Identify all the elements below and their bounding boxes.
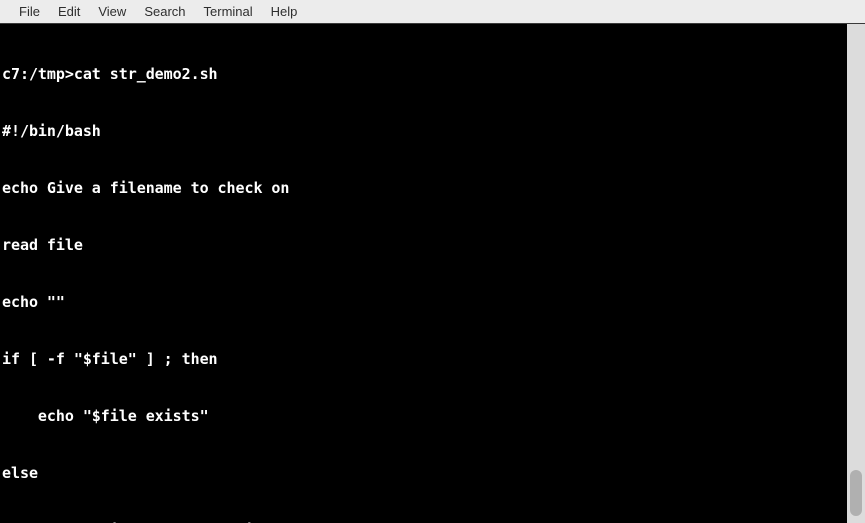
terminal-line: read file (2, 236, 83, 254)
menu-bar: File Edit View Search Terminal Help (0, 0, 865, 24)
menu-item-search[interactable]: Search (135, 0, 194, 23)
scrollbar-thumb[interactable] (850, 470, 862, 516)
terminal-line: echo "$file exists" (2, 407, 209, 425)
menu-item-file[interactable]: File (10, 0, 49, 23)
menu-item-terminal[interactable]: Terminal (195, 0, 262, 23)
terminal-screen: c7:/tmp>cat str_demo2.sh #!/bin/bash ech… (2, 27, 847, 523)
terminal-window: File Edit View Search Terminal Help c7:/… (0, 0, 865, 523)
terminal-line: if [ -f "$file" ] ; then (2, 350, 218, 368)
terminal-line: echo "" (2, 293, 65, 311)
terminal-output-area[interactable]: c7:/tmp>cat str_demo2.sh #!/bin/bash ech… (0, 24, 847, 523)
terminal-line: echo Give a filename to check on (2, 179, 290, 197)
vertical-scrollbar[interactable] (847, 24, 865, 523)
terminal-line: #!/bin/bash (2, 122, 101, 140)
menu-item-help[interactable]: Help (262, 0, 307, 23)
terminal-line: c7:/tmp>cat str_demo2.sh (2, 65, 218, 83)
menu-item-view[interactable]: View (89, 0, 135, 23)
menu-item-edit[interactable]: Edit (49, 0, 89, 23)
terminal-line: else (2, 464, 38, 482)
